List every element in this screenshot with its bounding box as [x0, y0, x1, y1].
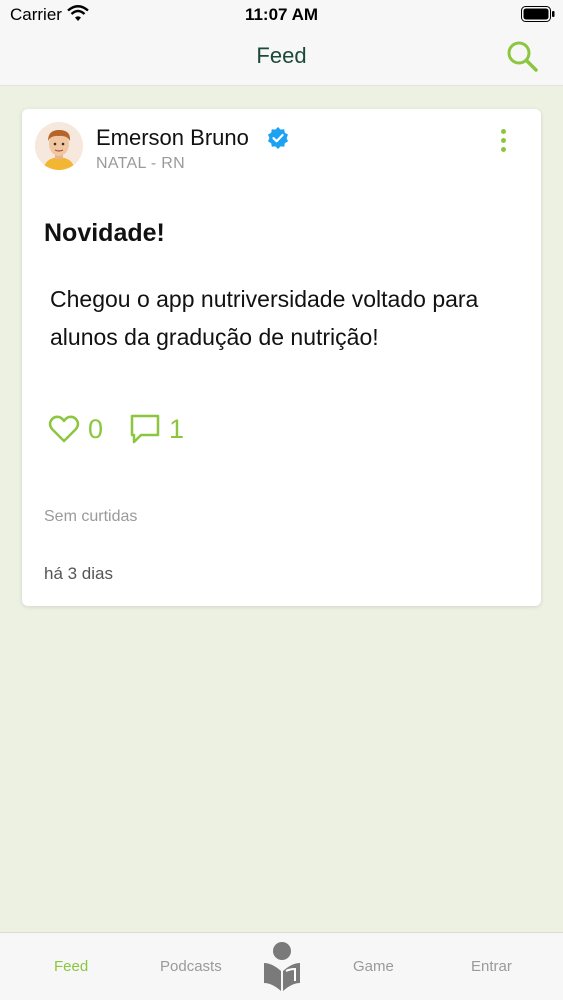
- avatar[interactable]: [35, 122, 83, 170]
- post-body: Chegou o app nutriversidade voltado para…: [50, 286, 479, 350]
- tab-podcasts[interactable]: Podcasts: [160, 958, 222, 975]
- heart-icon: [48, 415, 80, 443]
- author-location: NATAL - RN: [96, 155, 185, 172]
- avatar-image: [35, 122, 83, 170]
- tab-feed[interactable]: Feed: [54, 958, 88, 975]
- tab-game[interactable]: Game: [353, 958, 394, 975]
- feed-list: Emerson Bruno NATAL - RN Novidade! Chego…: [0, 87, 563, 932]
- status-bar: Carrier 11:07 AM: [0, 0, 563, 30]
- like-button[interactable]: 0: [48, 411, 103, 447]
- comment-button[interactable]: 1: [129, 411, 184, 447]
- search-icon[interactable]: [505, 39, 539, 73]
- like-count: 0: [88, 413, 104, 444]
- clock: 11:07 AM: [244, 5, 319, 24]
- post-card[interactable]: Emerson Bruno NATAL - RN Novidade! Chego…: [22, 109, 541, 606]
- likes-summary[interactable]: Sem curtidas: [44, 508, 137, 526]
- comment-icon: [130, 414, 160, 444]
- tab-bar: Feed Podcasts Game Entrar: [0, 932, 563, 1000]
- tab-entrar[interactable]: Entrar: [471, 958, 512, 975]
- post-timestamp: há 3 dias: [44, 564, 113, 583]
- nutriversidade-logo-icon[interactable]: [262, 941, 302, 993]
- post-title: Novidade!: [44, 219, 165, 247]
- verified-badge-icon: [268, 127, 288, 149]
- nav-bar: Feed: [0, 30, 563, 86]
- more-options-icon[interactable]: [497, 129, 509, 157]
- author-name[interactable]: Emerson Bruno: [96, 125, 249, 151]
- page-title: Feed: [256, 43, 307, 68]
- battery-icon: [521, 6, 555, 22]
- comment-count: 1: [169, 413, 185, 444]
